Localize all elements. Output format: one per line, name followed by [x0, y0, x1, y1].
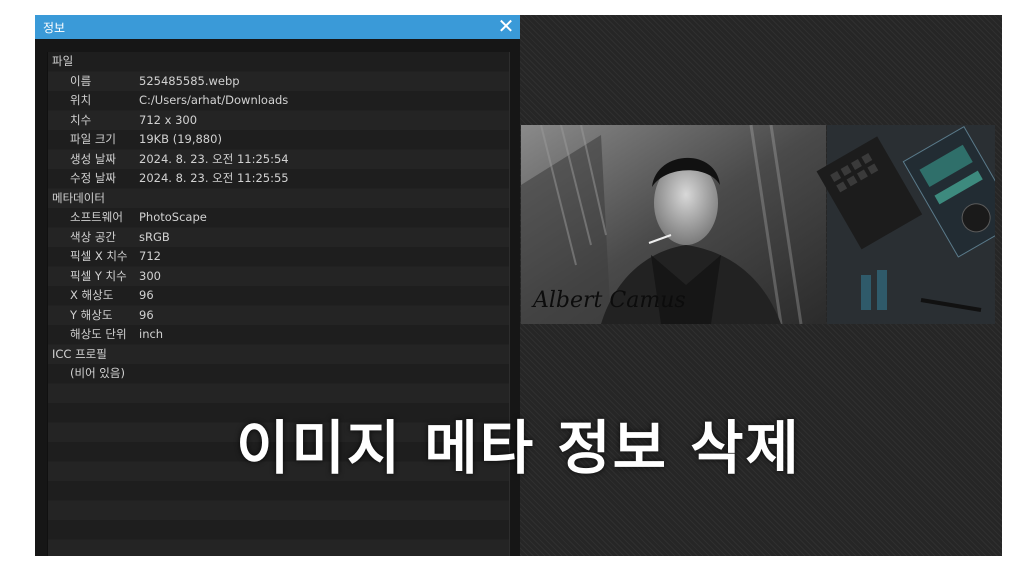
- hardware-photo: [816, 125, 1002, 324]
- table-row[interactable]: (비어 있음): [48, 364, 509, 384]
- section-metadata-header: 메타데이터: [48, 189, 509, 209]
- row-key: 위치: [70, 93, 92, 107]
- image-preview: Albert Camus: [521, 124, 1002, 325]
- table-row[interactable]: 픽셀 Y 치수 300: [48, 267, 509, 287]
- row-value: 525485585.webp: [139, 73, 240, 88]
- preview-svg: Albert Camus: [521, 124, 1002, 325]
- row-key: 소프트웨어: [70, 210, 123, 224]
- row-key: 색상 공간: [70, 229, 116, 244]
- row-key: Y 해상도: [70, 307, 113, 322]
- row-value: 2024. 8. 23. 오전 11:25:54: [139, 151, 289, 166]
- row-value: 96: [139, 307, 154, 322]
- row-key: (비어 있음): [70, 366, 125, 380]
- section-file-header: 파일: [48, 52, 509, 72]
- row-value: C:/Users/arhat/Downloads: [139, 93, 289, 107]
- row-value: inch: [139, 327, 164, 341]
- close-button[interactable]: ✕: [492, 15, 520, 39]
- row-key: 생성 날짜: [70, 151, 116, 166]
- portrait-photo: Albert Camus: [521, 124, 826, 325]
- row-key: 픽셀 X 치수: [70, 249, 128, 263]
- row-key: 치수: [70, 112, 92, 127]
- table-row[interactable]: 픽셀 X 치수 712: [48, 247, 509, 267]
- row-key: 파일 크기: [70, 132, 116, 146]
- title-bar[interactable]: 정보 ✕: [35, 15, 520, 39]
- row-value: 712: [139, 249, 161, 263]
- row-key: 이름: [70, 73, 92, 88]
- table-row[interactable]: 이름 525485585.webp: [48, 72, 509, 92]
- section-label: ICC 프로필: [52, 346, 107, 361]
- row-value: 300: [139, 268, 161, 283]
- row-value: 96: [139, 288, 154, 302]
- row-value: 19KB (19,880): [139, 132, 222, 146]
- row-key: 수정 날짜: [70, 171, 116, 185]
- row-value: 2024. 8. 23. 오전 11:25:55: [139, 171, 289, 185]
- screenshot-frame: 정보 ✕ 파일 이름 525485585.webp 위치 C:/Users/arha…: [35, 15, 1002, 556]
- row-value: 712 x 300: [139, 112, 198, 127]
- row-key: 해상도 단위: [70, 327, 127, 341]
- close-icon: ✕: [497, 15, 515, 38]
- table-row[interactable]: 치수 712 x 300: [48, 111, 509, 131]
- table-row[interactable]: X 해상도 96: [48, 286, 509, 306]
- table-row[interactable]: 위치 C:/Users/arhat/Downloads: [48, 91, 509, 111]
- section-label: 메타데이터: [52, 190, 105, 205]
- section-icc-header: ICC 프로필: [48, 345, 509, 365]
- row-value: PhotoScape: [139, 210, 207, 224]
- table-row[interactable]: 색상 공간 sRGB: [48, 228, 509, 248]
- section-label: 파일: [52, 54, 74, 68]
- signature-text: Albert Camus: [531, 288, 686, 313]
- table-row[interactable]: 수정 날짜 2024. 8. 23. 오전 11:25:55: [48, 169, 509, 189]
- table-row[interactable]: 생성 날짜 2024. 8. 23. 오전 11:25:54: [48, 150, 509, 170]
- table-row[interactable]: 파일 크기 19KB (19,880): [48, 130, 509, 150]
- caption-title: 이미지 메타 정보 삭제: [236, 414, 801, 482]
- row-value: sRGB: [139, 229, 170, 244]
- row-key: X 해상도: [70, 288, 114, 302]
- table-row[interactable]: Y 해상도 96: [48, 306, 509, 326]
- row-key: 픽셀 Y 치수: [70, 268, 127, 283]
- table-row[interactable]: 소프트웨어 PhotoScape: [48, 208, 509, 228]
- table-row[interactable]: 해상도 단위 inch: [48, 325, 509, 345]
- window-title: 정보: [43, 21, 66, 35]
